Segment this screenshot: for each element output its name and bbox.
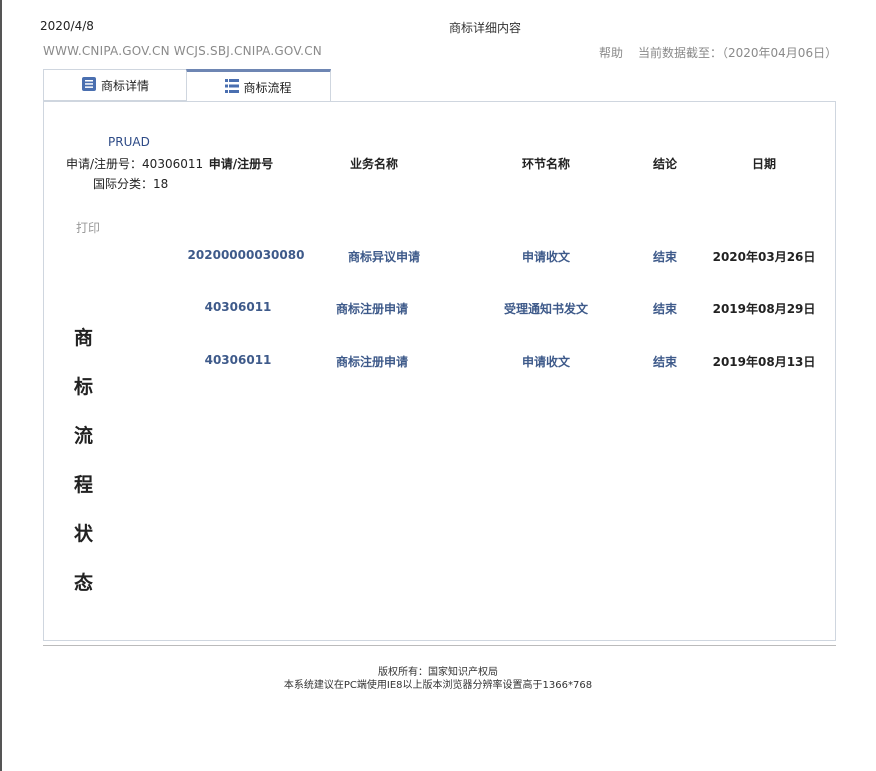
row-stage[interactable]: 申请收文 <box>486 248 606 265</box>
registration-number: 申请/注册号：40306011 <box>66 157 204 171</box>
tab-trademark-detail[interactable]: 商标详情 <box>43 69 187 101</box>
row-result[interactable]: 结束 <box>635 353 695 370</box>
data-cutoff-date: 当前数据截至：（2020年04月06日） <box>638 46 838 60</box>
tab-label: 商标详情 <box>100 78 149 93</box>
help-link[interactable]: 帮助 <box>599 44 623 61</box>
document-list-icon <box>81 76 97 95</box>
row-business[interactable]: 商标异议申请 <box>324 248 444 265</box>
tab-label: 商标流程 <box>243 80 292 95</box>
column-header-date: 日期 <box>751 157 776 171</box>
row-reg-no[interactable]: 20200000030080 <box>186 248 306 262</box>
trademark-name: PRUAD <box>108 135 150 149</box>
row-date: 2020年03月26日 <box>712 250 816 264</box>
column-header-business: 业务名称 <box>349 157 398 171</box>
column-header-reg-no: 申请/注册号 <box>208 157 274 171</box>
row-business[interactable]: 商标注册申请 <box>312 300 432 317</box>
page-edge-rule <box>0 0 2 771</box>
vertical-title-char: 态 <box>74 572 94 594</box>
grid-list-icon <box>225 78 240 96</box>
vertical-title-char: 商 <box>74 327 94 349</box>
row-result[interactable]: 结束 <box>635 300 695 317</box>
row-reg-no[interactable]: 40306011 <box>186 300 290 314</box>
international-class: 国际分类：18 <box>93 177 169 191</box>
tab-trademark-flow[interactable]: 商标流程 <box>186 69 331 102</box>
row-business[interactable]: 商标注册申请 <box>312 353 432 370</box>
row-stage[interactable]: 申请收文 <box>486 353 606 370</box>
column-header-stage: 环节名称 <box>521 157 570 171</box>
row-reg-no[interactable]: 40306011 <box>186 353 290 367</box>
row-date: 2019年08月13日 <box>712 355 816 369</box>
row-stage[interactable]: 受理通知书发文 <box>486 300 606 317</box>
column-header-result: 结论 <box>652 157 677 171</box>
print-title: 商标详细内容 <box>449 21 522 35</box>
site-links[interactable]: WWW.CNIPA.GOV.CN WCJS.SBJ.CNIPA.GOV.CN <box>43 44 322 58</box>
vertical-title-char: 程 <box>74 474 94 496</box>
footer-browser-note: 本系统建议在PC端使用IE8以上版本浏览器分辨率设置高于1366*768 <box>283 680 593 691</box>
print-date: 2020/4/8 <box>40 19 94 33</box>
row-date: 2019年08月29日 <box>712 302 816 316</box>
footer-divider <box>43 645 836 646</box>
vertical-title-char: 标 <box>74 376 94 398</box>
vertical-title-char: 状 <box>74 523 94 545</box>
print-button[interactable]: 打印 <box>76 219 100 236</box>
vertical-title-char: 流 <box>74 425 94 447</box>
vertical-section-title: 商 标 流 程 状 态 <box>74 325 98 596</box>
row-result[interactable]: 结束 <box>635 248 695 265</box>
